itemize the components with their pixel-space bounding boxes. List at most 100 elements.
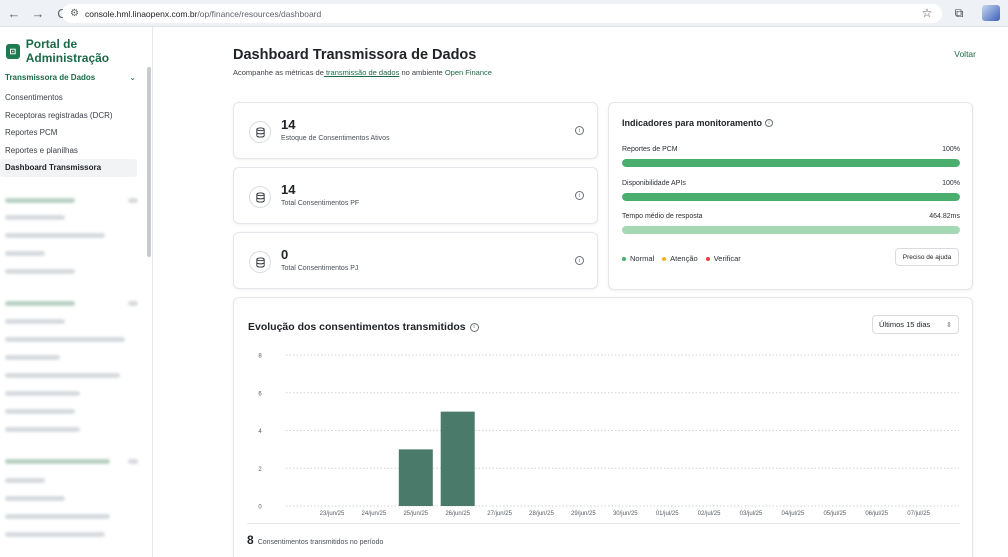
x-tick-label: 30/jun/25 — [613, 511, 638, 517]
stat-value: 14 — [281, 182, 296, 197]
indicator-label: Disponibilidade APIs — [622, 180, 686, 187]
x-tick-label: 27/jun/25 — [487, 511, 512, 517]
chart-title: Evolução dos consentimentos transmitidos… — [248, 321, 479, 333]
legend-item-normal: Normal — [622, 254, 654, 263]
progress-bar — [622, 193, 960, 201]
brand[interactable]: ⊡ Portal de Administração — [6, 37, 152, 65]
y-tick-label: 6 — [258, 391, 262, 397]
legend-label: Verificar — [713, 254, 741, 263]
database-icon — [249, 186, 271, 208]
indicators-card: Indicadores para monitoramento i Reporte… — [608, 102, 973, 290]
bookmark-star-icon[interactable]: ☆ — [918, 4, 936, 22]
total-label: Consentimentos transmitidos no período — [257, 539, 384, 546]
x-tick-label: 04/jul/25 — [782, 511, 805, 517]
extensions-icon[interactable]: ⧉ — [950, 4, 968, 22]
chart-card: Evolução dos consentimentos transmitidos… — [233, 297, 973, 557]
info-icon[interactable]: i — [765, 119, 774, 127]
bar — [398, 449, 433, 506]
legend-dot — [662, 257, 667, 262]
bar — [440, 411, 475, 506]
info-icon[interactable]: i — [575, 191, 584, 200]
x-tick-label: 02/jul/25 — [698, 511, 721, 517]
x-tick-label: 05/jul/25 — [823, 511, 846, 517]
indicator-label: Tempo médio de resposta — [622, 213, 703, 220]
chart-title-text: Evolução dos consentimentos transmitidos — [248, 321, 466, 333]
progress-fill — [622, 193, 960, 201]
subtitle-middle: no ambiente — [399, 68, 445, 77]
chevron-down-icon: ⌄ — [129, 73, 136, 82]
x-tick-label: 28/jun/25 — [529, 511, 554, 517]
status-legend: Normal Atenção Verificar — [622, 254, 741, 263]
legend-label: Atenção — [670, 254, 698, 263]
progress-fill — [622, 226, 960, 234]
back-arrow-icon[interactable]: ← — [4, 3, 24, 23]
chevron-updown-icon: ⇕ — [946, 321, 952, 329]
help-button[interactable]: Preciso de ajuda — [895, 248, 959, 266]
legend-label: Normal — [630, 254, 655, 263]
stat-value: 14 — [281, 117, 296, 132]
legend-dot — [622, 257, 626, 262]
site-info-icon[interactable]: ⚙ — [70, 8, 79, 19]
sidebar-item-reportes-pcm[interactable]: Reportes PCM — [0, 124, 142, 142]
indicator-value: 464.82ms — [929, 213, 960, 220]
sidebar-section-title: Transmissora de Dados — [5, 73, 96, 82]
profile-avatar[interactable] — [982, 5, 1000, 21]
browser-toolbar: ← → C ⚙ console.hml.linaopenx.com.br/op/… — [0, 0, 1008, 27]
y-tick-label: 2 — [258, 467, 262, 473]
legend-item-verificar: Verificar — [705, 254, 741, 263]
page-subtitle: Acompanhe as métricas de transmissão de … — [233, 68, 492, 77]
brand-title: Portal de Administração — [25, 37, 110, 65]
stat-card-pf: 14 Total Consentimentos PF i — [233, 167, 598, 224]
database-icon — [249, 251, 271, 273]
y-tick-label: 4 — [258, 429, 262, 435]
subtitle-env: Open Finance — [444, 68, 492, 77]
info-icon[interactable]: i — [575, 126, 584, 135]
portal-logo-icon: ⊡ — [6, 43, 20, 59]
info-icon[interactable]: i — [575, 256, 584, 265]
indicator-reportes-pcm: Reportes de PCM 100% — [622, 146, 960, 167]
consents-bar-chart: 0 2 4 6 8 23/jun/25 24/jun/25 25/jun/25 26/jun/2… — [258, 354, 959, 517]
url-path: /op/finance/resources/dashboard — [197, 8, 322, 19]
sidebar-section-transmissora: Transmissora de Dados ⌄ Consentimentos R… — [0, 70, 142, 177]
period-select[interactable]: Últimos 15 dias ⇕ — [872, 315, 959, 334]
sidebar-item-consentimentos[interactable]: Consentimentos — [0, 89, 142, 107]
sidebar-item-receptoras[interactable]: Receptoras registradas (DCR) — [0, 107, 142, 125]
x-tick-label: 25/jun/25 — [403, 511, 428, 517]
page-title: Dashboard Transmissora de Dados — [233, 47, 477, 63]
address-bar[interactable]: ⚙ console.hml.linaopenx.com.br/op/financ… — [62, 4, 942, 23]
stat-label: Total Consentimentos PJ — [281, 265, 359, 272]
x-tick-label: 24/jun/25 — [362, 511, 387, 517]
indicator-tempo-resposta: Tempo médio de resposta 464.82ms — [622, 213, 960, 234]
x-tick-label: 01/jul/25 — [656, 511, 679, 517]
indicator-disponibilidade: Disponibilidade APIs 100% — [622, 180, 960, 201]
progress-bar — [622, 159, 960, 167]
info-icon[interactable]: i — [469, 322, 479, 332]
back-link[interactable]: Voltar — [954, 49, 976, 59]
indicators-title: Indicadores para monitoramento i — [622, 118, 774, 128]
x-tick-label: 06/jul/25 — [865, 511, 888, 517]
indicator-label: Reportes de PCM — [622, 146, 678, 153]
forward-arrow-icon[interactable]: → — [28, 3, 48, 23]
url-host: console.hml.linaopenx.com.br — [84, 8, 198, 19]
total-value: 8 — [247, 533, 254, 547]
progress-bar — [622, 226, 960, 234]
sidebar: ⊡ Portal de Administração Transmissora d… — [0, 27, 153, 557]
legend-item-atencao: Atenção — [662, 254, 698, 263]
main-content: Dashboard Transmissora de Dados Acompanh… — [153, 27, 1008, 557]
indicators-title-text: Indicadores para monitoramento — [622, 118, 763, 128]
subtitle-prefix: Acompanhe as métricas de — [233, 68, 324, 77]
x-tick-label: 26/jun/25 — [445, 511, 470, 517]
stat-label: Total Consentimentos PF — [281, 200, 360, 207]
transmissao-dados-link[interactable]: transmissão de dados — [324, 68, 399, 77]
sidebar-item-reportes-planilhas[interactable]: Reportes e planilhas — [0, 142, 142, 160]
sidebar-section-header[interactable]: Transmissora de Dados ⌄ — [0, 70, 142, 85]
progress-fill — [622, 159, 960, 167]
period-total: 8 Consentimentos transmitidos no período — [247, 533, 383, 547]
sidebar-scrollbar[interactable] — [147, 67, 151, 257]
x-tick-label: 03/jul/25 — [740, 511, 763, 517]
chart-divider — [247, 523, 960, 524]
stat-card-estoque: 14 Estoque de Consentimentos Ativos i — [233, 102, 598, 159]
indicator-value: 100% — [942, 146, 960, 153]
sidebar-item-dashboard-transmissora[interactable]: Dashboard Transmissora — [0, 159, 137, 177]
x-tick-label: 23/jun/25 — [320, 511, 345, 517]
